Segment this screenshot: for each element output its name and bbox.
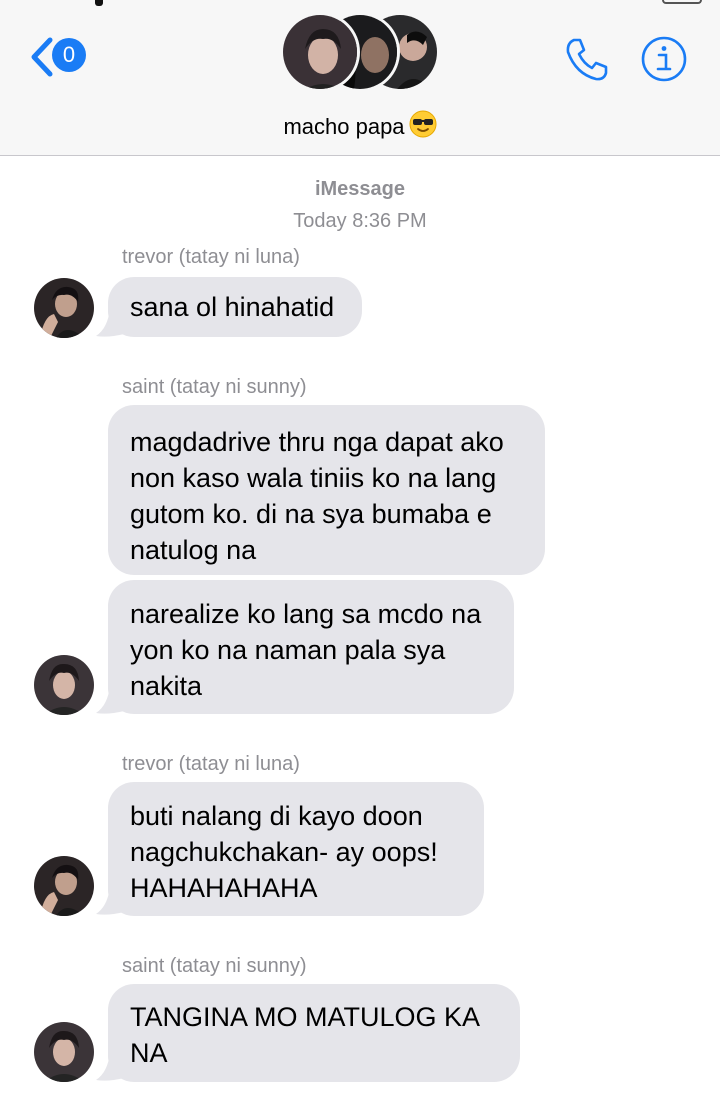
message-bubble[interactable]: TANGINA MO MATULOG KA NA bbox=[108, 984, 520, 1082]
info-icon bbox=[641, 36, 687, 82]
sender-name: trevor (tatay ni luna) bbox=[122, 753, 300, 775]
message-text: TANGINA MO MATULOG KA NA bbox=[130, 1002, 481, 1068]
avatar[interactable] bbox=[34, 278, 94, 338]
timestamp: Today 8:36 PM bbox=[293, 210, 427, 232]
service-label: iMessage bbox=[314, 178, 406, 200]
message-bubble[interactable]: sana ol hinahatid bbox=[108, 277, 362, 337]
group-avatar-1 bbox=[280, 12, 360, 92]
group-name[interactable]: macho papa bbox=[0, 110, 720, 144]
phone-icon bbox=[566, 38, 608, 81]
sender-name: saint (tatay ni sunny) bbox=[122, 376, 307, 398]
call-button[interactable] bbox=[562, 34, 612, 84]
back-button[interactable]: 0 bbox=[28, 34, 92, 78]
conversation-header: 0 macho papa bbox=[0, 0, 720, 156]
message-bubble[interactable]: buti nalang di kayo doon nagchukchakan- … bbox=[108, 782, 484, 916]
message-bubble[interactable]: magdadrive thru nga dapat ako non kaso w… bbox=[108, 405, 545, 575]
battery-icon bbox=[662, 0, 702, 4]
sender-name: trevor (tatay ni luna) bbox=[122, 246, 300, 268]
message-text: sana ol hinahatid bbox=[130, 292, 335, 322]
group-name-label: macho papa bbox=[283, 114, 405, 139]
info-button[interactable] bbox=[640, 35, 688, 83]
message-text: narealize ko lang sa mcdo na yon ko na n… bbox=[130, 599, 482, 701]
avatar[interactable] bbox=[34, 1022, 94, 1082]
avatar[interactable] bbox=[34, 856, 94, 916]
status-bar-fragment bbox=[95, 0, 103, 6]
group-avatars[interactable] bbox=[280, 12, 440, 92]
sender-name: saint (tatay ni sunny) bbox=[122, 955, 307, 977]
message-text: magdadrive thru nga dapat ako non kaso w… bbox=[130, 427, 504, 565]
unread-count-badge: 0 bbox=[52, 38, 86, 72]
sunglasses-emoji-icon bbox=[409, 110, 437, 144]
message-text: buti nalang di kayo doon nagchukchakan- … bbox=[130, 801, 438, 903]
avatar[interactable] bbox=[34, 655, 94, 715]
message-bubble[interactable]: narealize ko lang sa mcdo na yon ko na n… bbox=[108, 580, 514, 714]
